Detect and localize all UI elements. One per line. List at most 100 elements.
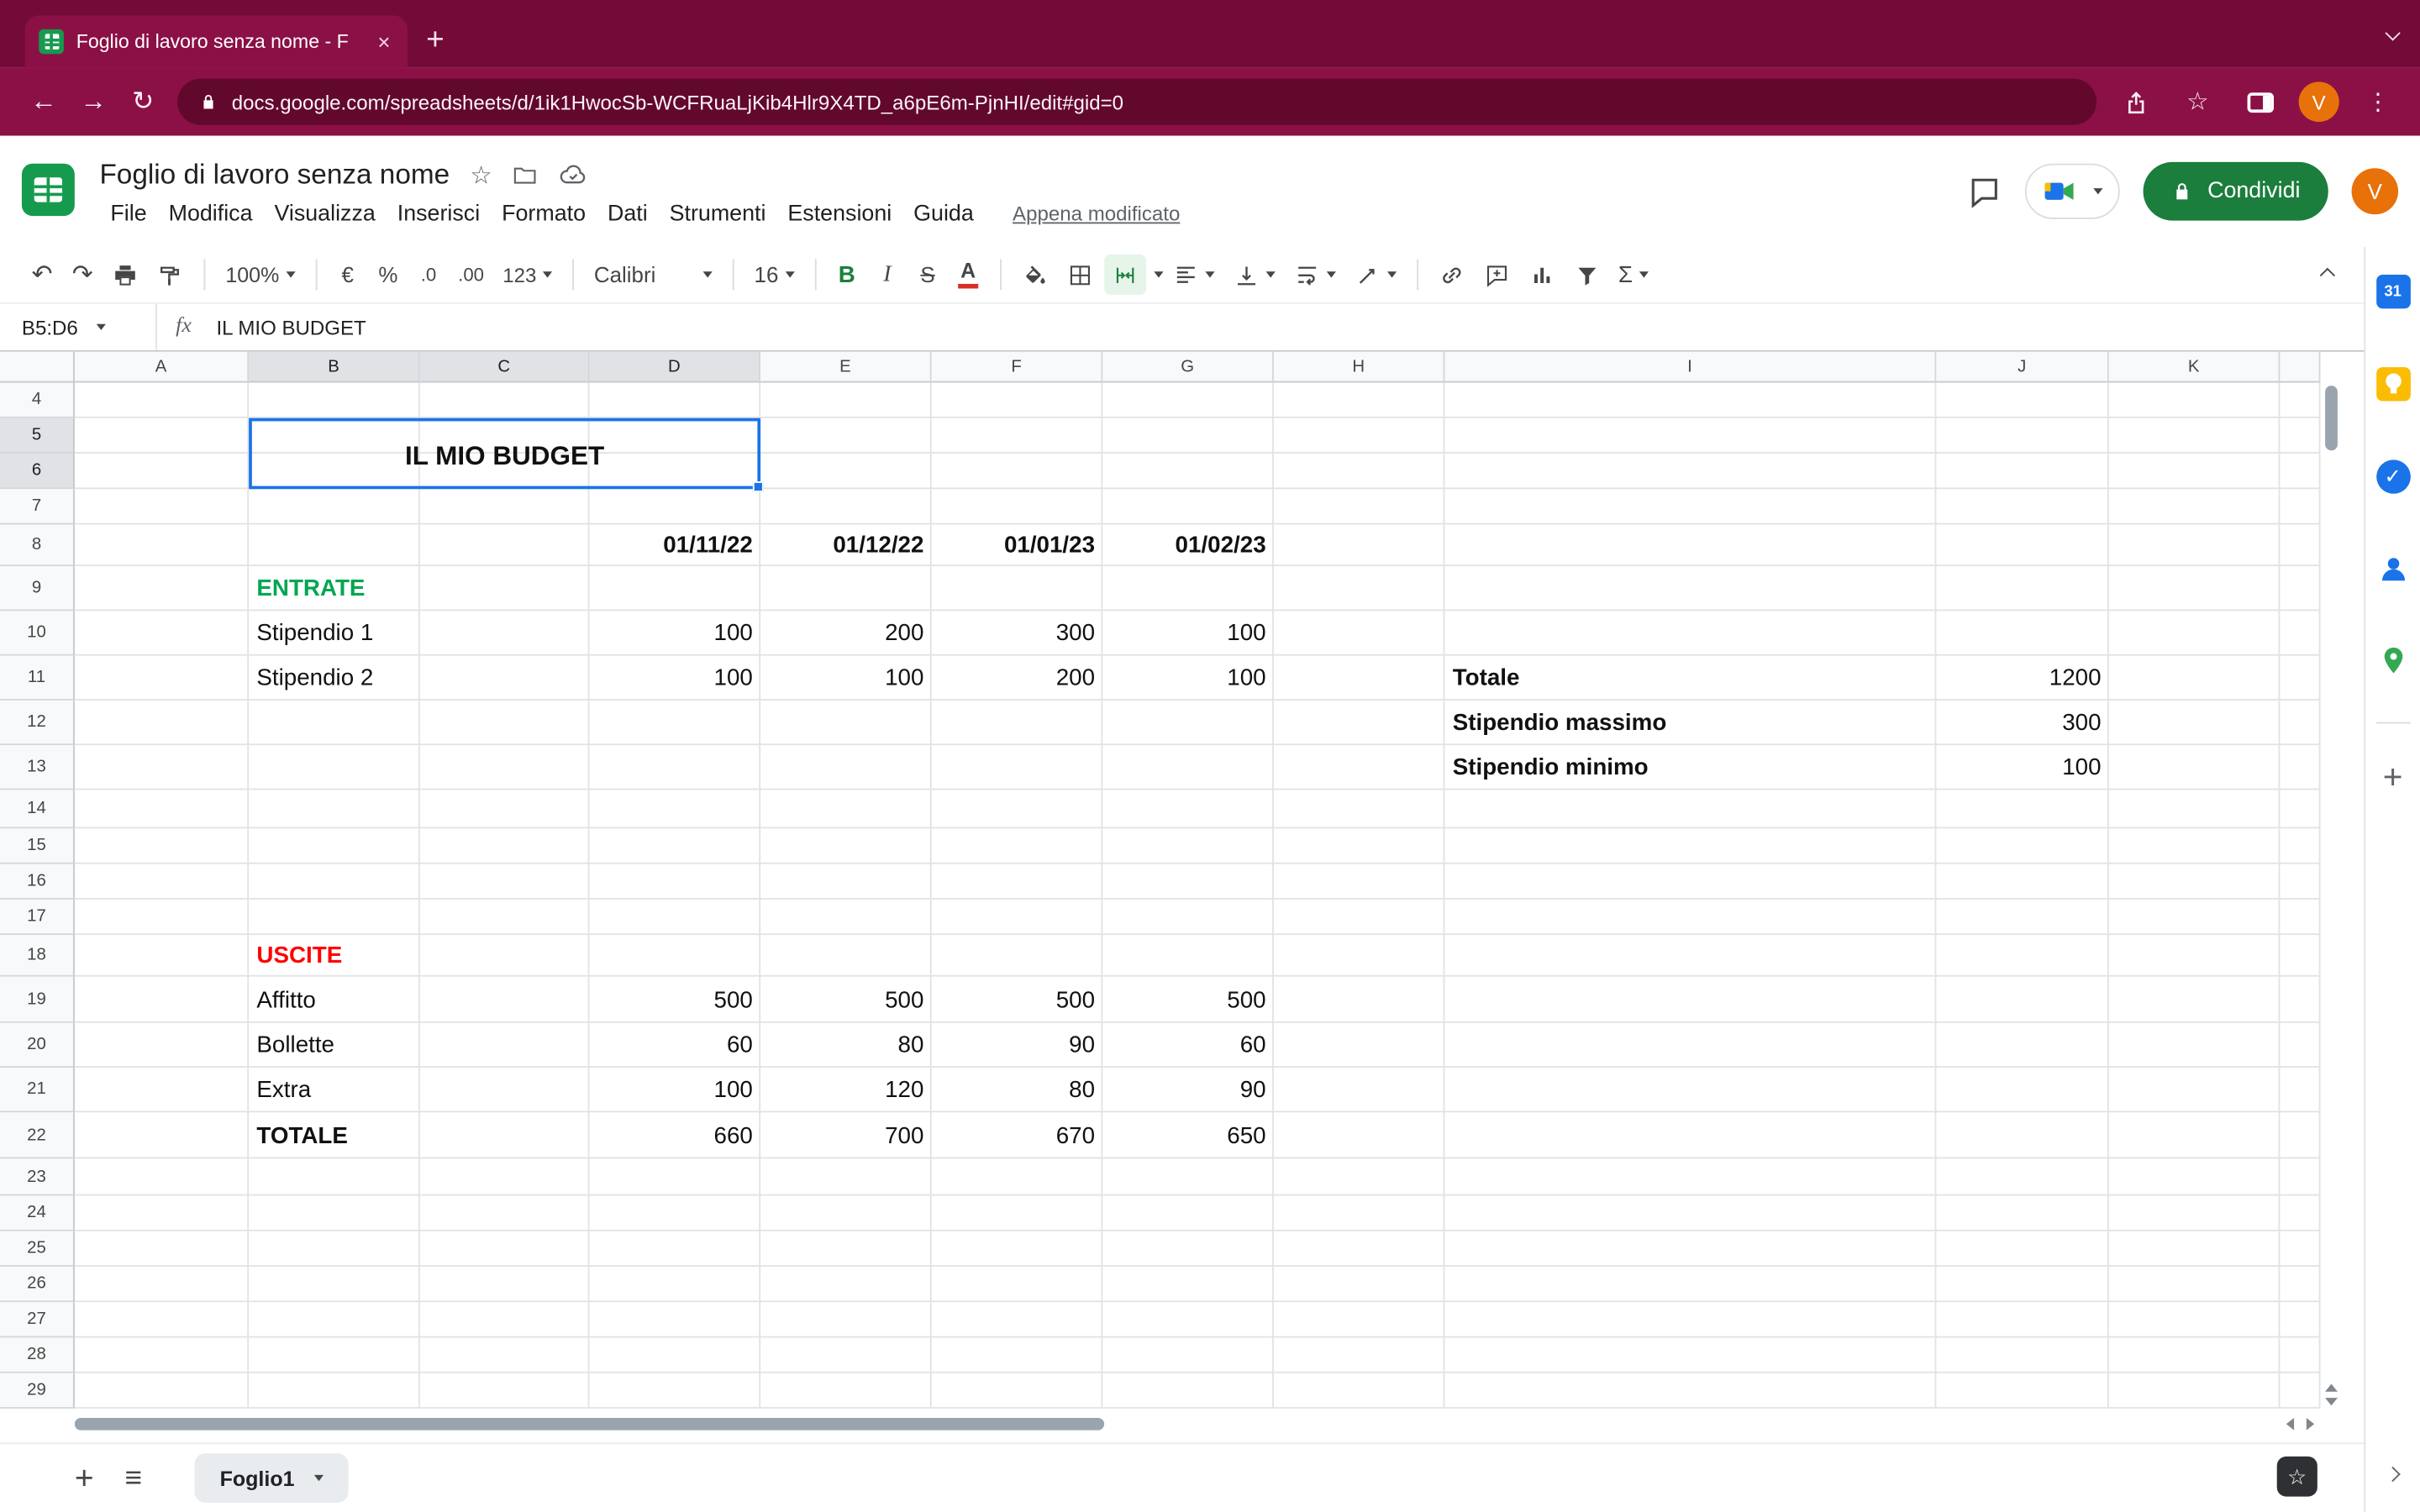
row-header-18[interactable]: 18 [0, 935, 75, 977]
cell-E20[interactable]: 80 [760, 1023, 932, 1068]
row-header-5[interactable]: 5 [0, 418, 75, 454]
menu-dati[interactable]: Dati [597, 198, 659, 229]
calendar-icon[interactable]: 31 [2375, 275, 2410, 308]
cell-F19[interactable]: 500 [932, 977, 1103, 1023]
row-header-4[interactable]: 4 [0, 383, 75, 418]
column-header-J[interactable]: J [1936, 352, 2108, 383]
column-header-I[interactable]: I [1444, 352, 1936, 383]
contacts-icon[interactable] [2375, 553, 2410, 586]
cell-G8[interactable]: 01/02/23 [1102, 524, 1274, 566]
cell-J11[interactable]: 1200 [1936, 656, 2108, 701]
hide-side-panel-button[interactable] [2387, 1460, 2398, 1488]
cell-F22[interactable]: 670 [932, 1112, 1103, 1158]
format-percent-button[interactable]: % [370, 255, 407, 295]
column-header-A[interactable]: A [75, 352, 249, 383]
cell-G21[interactable]: 90 [1102, 1068, 1274, 1112]
filter-button[interactable] [1565, 255, 1607, 295]
more-formats-button[interactable]: 123 [495, 255, 560, 295]
cell-B10[interactable]: Stipendio 1 [249, 611, 420, 655]
maps-icon[interactable] [2377, 645, 2408, 676]
cell-E22[interactable]: 700 [760, 1112, 932, 1158]
cell-E11[interactable]: 100 [760, 656, 932, 701]
favorite-star-icon[interactable]: ☆ [470, 160, 492, 191]
cell-D19[interactable]: 500 [589, 977, 760, 1023]
insert-comment-button[interactable] [1476, 255, 1518, 295]
cell-D8[interactable]: 01/11/22 [589, 524, 760, 566]
menu-guida[interactable]: Guida [902, 198, 985, 229]
formula-input[interactable]: IL MIO BUDGET [216, 316, 366, 339]
insert-chart-button[interactable] [1520, 255, 1562, 295]
row-header-12[interactable]: 12 [0, 701, 75, 745]
cell-G11[interactable]: 100 [1102, 656, 1274, 701]
new-tab-button[interactable]: + [426, 24, 445, 55]
cell-J12[interactable]: 300 [1936, 701, 2108, 745]
row-header-29[interactable]: 29 [0, 1373, 75, 1409]
column-header-D[interactable]: D [589, 352, 760, 383]
cell-E8[interactable]: 01/12/22 [760, 524, 932, 566]
column-header-K[interactable]: K [2109, 352, 2281, 383]
cell-D10[interactable]: 100 [589, 611, 760, 655]
vertical-scroll-buttons[interactable] [2321, 1384, 2343, 1409]
row-header-9[interactable]: 9 [0, 566, 75, 611]
row-header-23[interactable]: 23 [0, 1158, 75, 1195]
column-header-E[interactable]: E [760, 352, 932, 383]
menu-visualizza[interactable]: Visualizza [263, 198, 386, 229]
name-box[interactable]: B5:D6 [0, 316, 155, 339]
column-header-H[interactable]: H [1274, 352, 1445, 383]
select-all-corner[interactable] [0, 352, 75, 383]
redo-button[interactable]: ↷ [64, 255, 101, 295]
cell-F11[interactable]: 200 [932, 656, 1103, 701]
cell-B11[interactable]: Stipendio 2 [249, 656, 420, 701]
strikethrough-button[interactable]: S [909, 255, 946, 295]
horizontal-align-button[interactable] [1164, 255, 1221, 295]
menu-file[interactable]: File [99, 198, 157, 229]
merge-cells-button[interactable] [1103, 255, 1145, 295]
cell-D20[interactable]: 60 [589, 1023, 760, 1068]
menu-estensioni[interactable]: Estensioni [776, 198, 902, 229]
row-header-13[interactable]: 13 [0, 745, 75, 790]
menu-strumenti[interactable]: Strumenti [659, 198, 777, 229]
column-header-B[interactable]: B [249, 352, 420, 383]
row-header-15[interactable]: 15 [0, 828, 75, 864]
row-header-28[interactable]: 28 [0, 1337, 75, 1373]
cell-F21[interactable]: 80 [932, 1068, 1103, 1112]
horizontal-scrollbar-thumb[interactable] [75, 1418, 1104, 1431]
row-header-7[interactable]: 7 [0, 489, 75, 524]
row-header-26[interactable]: 26 [0, 1267, 75, 1302]
bookmark-star-icon[interactable]: ☆ [2175, 79, 2222, 125]
last-edit-status[interactable]: Appena modificato [1013, 202, 1180, 226]
text-color-button[interactable]: A [950, 255, 986, 295]
cell-I12[interactable]: Stipendio massimo [1444, 701, 1936, 745]
tasks-icon[interactable]: ✓ [2375, 459, 2410, 493]
row-header-17[interactable]: 17 [0, 900, 75, 935]
menu-inserisci[interactable]: Inserisci [387, 198, 491, 229]
cell-B18[interactable]: USCITE [249, 935, 420, 977]
font-size-select[interactable]: 16 [746, 255, 802, 295]
scroll-down-icon[interactable] [2325, 1398, 2338, 1405]
cell-D11[interactable]: 100 [589, 656, 760, 701]
paint-format-button[interactable] [150, 255, 192, 295]
row-header-11[interactable]: 11 [0, 656, 75, 701]
cell-D22[interactable]: 660 [589, 1112, 760, 1158]
print-button[interactable] [104, 255, 146, 295]
functions-button[interactable]: Σ [1611, 255, 1656, 295]
fill-handle[interactable] [753, 481, 764, 492]
all-sheets-button[interactable]: ≡ [125, 1463, 143, 1493]
browser-tab[interactable]: Foglio di lavoro senza nome - F × [25, 15, 408, 67]
cell-J13[interactable]: 100 [1936, 745, 2108, 790]
cell-G22[interactable]: 650 [1102, 1112, 1274, 1158]
scroll-up-icon[interactable] [2325, 1384, 2338, 1392]
borders-button[interactable] [1059, 255, 1101, 295]
cell-G10[interactable]: 100 [1102, 611, 1274, 655]
meet-button[interactable] [2026, 164, 2121, 219]
keep-icon[interactable] [2375, 367, 2410, 401]
cell-E10[interactable]: 200 [760, 611, 932, 655]
text-rotation-button[interactable] [1346, 255, 1403, 295]
cell-I13[interactable]: Stipendio minimo [1444, 745, 1936, 790]
column-header-C[interactable]: C [420, 352, 590, 383]
vertical-scrollbar-thumb[interactable] [2325, 386, 2338, 450]
row-header-6[interactable]: 6 [0, 454, 75, 489]
vertical-align-button[interactable] [1225, 255, 1282, 295]
comment-history-icon[interactable] [1968, 175, 2002, 208]
cell-G20[interactable]: 60 [1102, 1023, 1274, 1068]
